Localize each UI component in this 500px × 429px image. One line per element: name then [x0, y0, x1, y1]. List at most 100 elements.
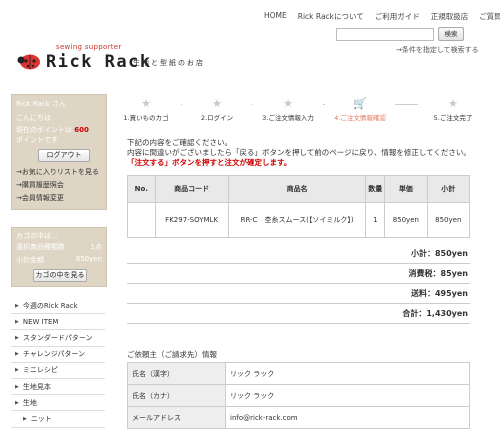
table-row: メールアドレス info@rick-rack.com: [127, 406, 470, 429]
step-label: 1.買いものカゴ: [123, 114, 169, 122]
step-2: ★ 2.ログイン: [182, 98, 252, 122]
row-subtotal: 850yen: [426, 202, 471, 238]
cart-title: カゴの中は...: [16, 232, 58, 240]
cart-box: カゴの中は... 選択商品種類数 1点 小計金額 850yen カゴの中を見る: [11, 227, 107, 287]
menu-item[interactable]: ▶ NEW ITEM: [11, 314, 105, 331]
client-key: 氏名（漢字）: [127, 362, 226, 385]
order-table: No. 商品コード 商品名 数量 単価 小計 FK297-SOYMLK RR-C…: [127, 175, 471, 238]
cart-subtotal-label: 小計金額: [16, 256, 44, 264]
cart-count-value: 1点: [90, 243, 102, 251]
arrow-icon: ▶: [15, 367, 19, 374]
client-value: info@rick-rack.com: [225, 406, 470, 429]
col-code: 商品コード: [154, 175, 229, 203]
nav-guide[interactable]: ご利用ガイド: [375, 11, 420, 22]
menu-item-label: NEW ITEM: [22, 317, 59, 326]
star-icon: ★: [253, 98, 323, 110]
col-name: 商品名: [227, 175, 367, 203]
logo-subtitle: 生地と型紙のお店: [133, 59, 205, 67]
step-label: 4.ご注文情報確認: [334, 114, 386, 122]
client-section-title: ご依頼主（ご請求先）情報: [127, 350, 217, 359]
nav-stores[interactable]: 正規取扱店: [431, 11, 469, 22]
col-subtotal: 小計: [426, 175, 471, 203]
col-price: 単価: [384, 175, 428, 203]
category-menu: ▶ 今週のRick Rack ▶ NEW ITEM ▶ スタンダードパターン ▶ チャレンジパ…: [11, 298, 105, 428]
arrow-icon: ▶: [15, 302, 19, 309]
menu-item[interactable]: ▶ 生地: [11, 395, 105, 412]
menu-item[interactable]: ▶ 生地見本: [11, 379, 105, 396]
arrow-icon: ▶: [15, 334, 19, 341]
client-key: メールアドレス: [127, 406, 226, 429]
view-cart-button[interactable]: カゴの中を見る: [33, 269, 87, 282]
step-label: 5.ご注文完了: [433, 114, 473, 122]
intro-line-2: 内容に間違いがございましたら「戻る」ボタンを押して前のページに戻り、情報を修正し…: [127, 148, 471, 157]
row-no: [127, 202, 156, 238]
intro-line-1: 下記の内容をご確認ください。: [127, 138, 232, 147]
row-price: 850yen: [384, 202, 428, 238]
col-no: No.: [127, 175, 156, 203]
nav-home[interactable]: HOME: [264, 11, 287, 22]
menu-item[interactable]: ▶ ニット: [11, 411, 105, 428]
account-box: Rick Rack さん こんにちは 現在のポイントは 600 ポイントです ロ…: [11, 94, 107, 210]
table-row: FK297-SOYMLK RR-C 杢糸スムース(【ソイミルク】) 1 850y…: [127, 202, 471, 238]
search-input[interactable]: [336, 28, 434, 41]
logo-tagline: sewing supporter: [56, 43, 122, 51]
table-row: 氏名（カナ） リック ラック: [127, 384, 470, 407]
menu-item[interactable]: ▶ スタンダードパターン: [11, 330, 105, 347]
points-value: 600: [74, 126, 89, 134]
menu-item-label: スタンダードパターン: [22, 333, 93, 342]
star-icon: ★: [418, 98, 488, 110]
nav-faq[interactable]: ご質問: [479, 11, 500, 22]
arrow-icon: ▶: [15, 351, 19, 358]
search-button[interactable]: 検索: [438, 27, 464, 41]
cart-icon: 🛒: [325, 98, 395, 110]
client-key: 氏名（カナ）: [127, 384, 226, 407]
menu-item-label: ミニレシピ: [22, 366, 58, 375]
points-prefix: 現在のポイントは: [16, 126, 72, 134]
client-value: リック ラック: [225, 384, 470, 407]
menu-item-label: 生地見本: [22, 382, 51, 391]
row-code: FK297-SOYMLK: [154, 202, 229, 238]
cart-subtotal-value: 850yen: [75, 255, 102, 263]
advanced-search-link[interactable]: →条件を指定して検索する: [396, 45, 479, 55]
menu-item-label: チャレンジパターン: [22, 350, 86, 359]
menu-item[interactable]: ▶ ミニレシピ: [11, 363, 105, 379]
arrow-icon: ▶: [15, 318, 19, 325]
star-icon: ★: [182, 98, 252, 110]
row-qty: 1: [365, 202, 386, 238]
total-grand: 合計：1,430yen: [127, 304, 470, 324]
step-5: ★ 5.ご注文完了: [418, 98, 488, 122]
star-icon: ★: [111, 98, 181, 110]
total-subtotal: 小計：850yen: [127, 244, 470, 264]
row-name: RR-C 杢糸スムース(【ソイミルク】): [227, 202, 367, 238]
top-nav: HOME Rick Rackについて ご利用ガイド 正規取扱店 ご質問: [264, 11, 500, 22]
step-4: 🛒 4.ご注文情報確認: [325, 98, 395, 122]
account-name: Rick Rack さん: [16, 100, 67, 108]
cart-count-label: 選択商品種類数: [16, 243, 65, 251]
favorites-link[interactable]: →お気に入りリストを見る: [16, 167, 99, 177]
greeting: こんにちは: [16, 114, 51, 122]
table-row: 氏名（漢字） リック ラック: [127, 362, 470, 385]
col-qty: 数量: [365, 175, 386, 203]
step-label: 2.ログイン: [200, 114, 234, 122]
points-line: 現在のポイントは 600: [16, 125, 89, 135]
ladybug-icon: [17, 54, 40, 70]
arrow-icon: ▶: [15, 399, 19, 406]
profile-link[interactable]: →会員情報変更: [16, 193, 64, 203]
step-3: ★ 3.ご注文情報入力: [253, 98, 323, 122]
menu-item-label: 今週のRick Rack: [22, 301, 78, 310]
intro-text: 下記の内容をご確認ください。 内容に間違いがございましたら「戻る」ボタンを押して…: [127, 138, 471, 168]
menu-item[interactable]: ▶ 今週のRick Rack: [11, 298, 105, 315]
nav-about[interactable]: Rick Rackについて: [298, 11, 364, 22]
arrow-icon: ▶: [15, 383, 19, 390]
logout-button[interactable]: ログアウト: [38, 149, 90, 162]
history-link[interactable]: →購買履歴照会: [16, 180, 64, 190]
menu-item-label: 生地: [22, 398, 37, 407]
step-label: 3.ご注文情報入力: [262, 114, 314, 122]
intro-warning: 「注文する」ボタンを押すと注文が確定します。: [127, 158, 292, 167]
points-suffix: ポイントです: [16, 136, 58, 144]
menu-item[interactable]: ▶ チャレンジパターン: [11, 347, 105, 363]
total-shipping: 送料：495yen: [127, 284, 470, 304]
client-value: リック ラック: [225, 362, 470, 385]
step-1: ★ 1.買いものカゴ: [111, 98, 181, 122]
total-tax: 消費税：85yen: [127, 264, 470, 284]
